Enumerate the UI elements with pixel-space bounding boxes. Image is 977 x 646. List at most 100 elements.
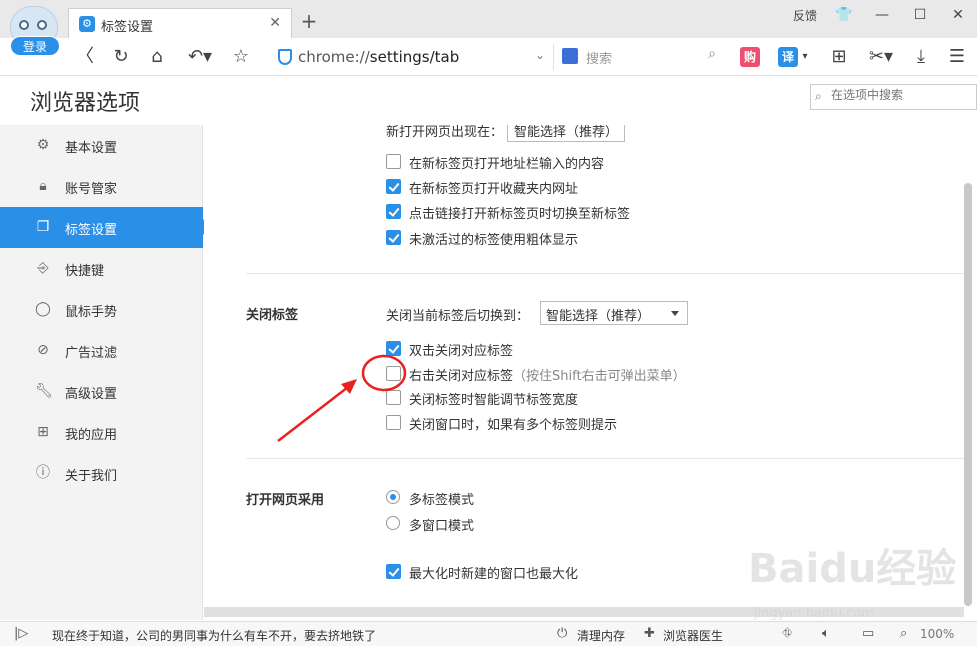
- block-icon: ⊘: [37, 342, 49, 358]
- sidebar-item-adblock[interactable]: ⊘ 广告过滤: [0, 330, 203, 371]
- zoom-icon[interactable]: ⌕: [900, 626, 907, 641]
- tabs-icon: ❐: [36, 219, 50, 235]
- clean-memory-button[interactable]: 清理内存: [577, 627, 625, 644]
- search-icon: ⌕: [815, 89, 822, 103]
- login-button[interactable]: 登录: [10, 36, 60, 56]
- switch-after-close-select[interactable]: 智能选择（推荐）: [540, 301, 688, 325]
- download-icon[interactable]: ⤓: [908, 44, 934, 70]
- tab-settings[interactable]: ⚙ 标签设置 ✕: [68, 8, 292, 39]
- sidebar-item-account[interactable]: 🔒︎ 账号管家: [0, 166, 203, 207]
- chevron-down-icon: [671, 311, 679, 316]
- lock-icon: 🔒︎: [39, 178, 47, 194]
- sidebar-item-label: 关于我们: [65, 469, 118, 484]
- zoom-level[interactable]: 100%: [920, 627, 954, 641]
- home-icon[interactable]: ⌂: [144, 44, 170, 70]
- translate-ext-icon[interactable]: 译: [778, 47, 798, 67]
- option-label: 在新标签页打开收藏夹内网址: [409, 182, 579, 197]
- sidebar-item-tabs[interactable]: ❐ 标签设置: [0, 207, 211, 248]
- browser-doctor-button[interactable]: 浏览器医生: [663, 627, 723, 644]
- maximize-icon[interactable]: ☐: [901, 7, 939, 23]
- favorite-star-icon[interactable]: ☆: [228, 44, 254, 70]
- sidebar-item-label: 高级设置: [65, 387, 118, 402]
- select-value: 智能选择（推荐）: [546, 309, 651, 324]
- new-tab-button[interactable]: +: [298, 10, 320, 32]
- sidebar-item-basic[interactable]: ⚙ 基本设置: [0, 125, 203, 166]
- open-pages-section-title: 打开网页采用: [246, 493, 325, 508]
- option-label: 关闭标签时智能调节标签宽度: [409, 393, 579, 408]
- settings-gear-icon: ⚙: [79, 16, 95, 32]
- page-title: 浏览器选项: [30, 91, 141, 116]
- radio-button[interactable]: [386, 490, 400, 504]
- translate-dropdown-icon[interactable]: ▾: [798, 44, 812, 70]
- option-hint: （按住Shift右击可弹出菜单）: [513, 369, 686, 384]
- search-icon[interactable]: ⌕: [708, 46, 716, 62]
- option-label: 未激活过的标签使用粗体显示: [409, 233, 579, 248]
- option-label: 最大化时新建的窗口也最大化: [409, 567, 579, 582]
- sidebar-item-mouse-gestures[interactable]: ◯ 鼠标手势: [0, 289, 203, 330]
- volume-icon[interactable]: 🔈︎: [822, 626, 830, 641]
- watermark-url: jingyan.baidu.com: [754, 606, 874, 621]
- checkbox[interactable]: [386, 390, 401, 405]
- screenshot-scissors-icon[interactable]: ✂▾: [864, 44, 898, 70]
- shortcut-icon: ⎆: [37, 260, 49, 276]
- checkbox[interactable]: [386, 564, 401, 579]
- sidebar-item-label: 账号管家: [65, 182, 118, 197]
- search-placeholder: 搜索: [586, 52, 613, 67]
- screen-icon[interactable]: ▭: [862, 626, 874, 641]
- option-label: 点击链接打开新标签页时切换至新标签: [409, 207, 631, 222]
- title-bar: 登录 ⚙ 标签设置 ✕ + 反馈 👕 — ☐ ✕: [0, 0, 977, 56]
- clean-memory-icon: ⏻: [557, 626, 568, 641]
- checkbox[interactable]: [386, 204, 401, 219]
- section-divider: [246, 458, 964, 459]
- sidebar-item-label: 广告过滤: [65, 346, 118, 361]
- settings-search-box[interactable]: ⌕: [810, 84, 977, 110]
- address-bar[interactable]: chrome://settings/tab ⌄: [270, 44, 554, 70]
- checkbox[interactable]: [386, 366, 401, 381]
- sidebar-toggle-icon[interactable]: |▷: [14, 626, 28, 641]
- radio-button[interactable]: [386, 516, 400, 530]
- search-input[interactable]: 搜索 ⌕: [558, 44, 722, 70]
- shopping-ext-icon[interactable]: 购: [740, 47, 760, 67]
- section-divider: [246, 273, 964, 274]
- close-window-icon[interactable]: ✕: [939, 7, 977, 23]
- reload-icon[interactable]: ↻: [108, 44, 134, 70]
- sidebar-item-shortcuts[interactable]: ⎆ 快捷键: [0, 248, 203, 289]
- sidebar-item-about[interactable]: ⓘ 关于我们: [0, 453, 203, 494]
- chevron-down-icon[interactable]: ⌄: [535, 48, 545, 62]
- window-controls: 反馈 👕 — ☐ ✕: [785, 0, 977, 30]
- settings-search-input[interactable]: [831, 88, 971, 102]
- feedback-link[interactable]: 反馈: [785, 7, 825, 24]
- close-icon[interactable]: ✕: [269, 15, 281, 31]
- doctor-icon: ✚: [644, 626, 655, 641]
- undo-close-icon[interactable]: ↶▾: [182, 44, 218, 70]
- radio-label: 多标签模式: [409, 493, 475, 508]
- sidebar-item-my-apps[interactable]: ⊞ 我的应用: [0, 412, 203, 453]
- checkbox[interactable]: [386, 179, 401, 194]
- sidebar-item-label: 基本设置: [65, 141, 118, 156]
- sidebar-item-label: 标签设置: [65, 223, 118, 238]
- back-icon[interactable]: 〈: [72, 44, 98, 70]
- checkbox[interactable]: [386, 341, 401, 356]
- sidebar-item-advanced[interactable]: 🔧︎ 高级设置: [0, 371, 203, 412]
- wrench-icon: 🔧︎: [35, 383, 53, 399]
- minimize-icon[interactable]: —: [863, 7, 901, 23]
- search-engine-icon[interactable]: [562, 48, 578, 64]
- switch-after-close-label: 关闭当前标签后切换到：: [386, 309, 530, 324]
- option-label: 右击关闭对应标签（按住Shift右击可弹出菜单）: [409, 369, 686, 384]
- mouse-icon: ◯: [35, 301, 51, 317]
- speed-icon[interactable]: ⛗: [782, 626, 792, 641]
- menu-icon[interactable]: ☰: [944, 44, 970, 70]
- new-page-position-select[interactable]: 智能选择（推荐）: [507, 125, 626, 142]
- checkbox[interactable]: [386, 230, 401, 245]
- news-ticker[interactable]: 现在终于知道，公司的男同事为什么有车不开，要去挤地铁了: [52, 627, 376, 644]
- apps-icon: ⊞: [37, 424, 49, 440]
- new-page-position-row: 新打开网页出现在： 智能选择（推荐）: [386, 125, 626, 142]
- shield-icon: [278, 49, 292, 65]
- checkbox[interactable]: [386, 415, 401, 430]
- user-avatar[interactable]: 登录: [10, 6, 60, 62]
- skin-shirt-icon[interactable]: 👕: [825, 7, 863, 23]
- apps-grid-icon[interactable]: ⊞: [826, 44, 852, 70]
- checkbox[interactable]: [386, 154, 401, 169]
- tab-title: 标签设置: [101, 20, 154, 35]
- close-tabs-section-title: 关闭标签: [246, 308, 299, 323]
